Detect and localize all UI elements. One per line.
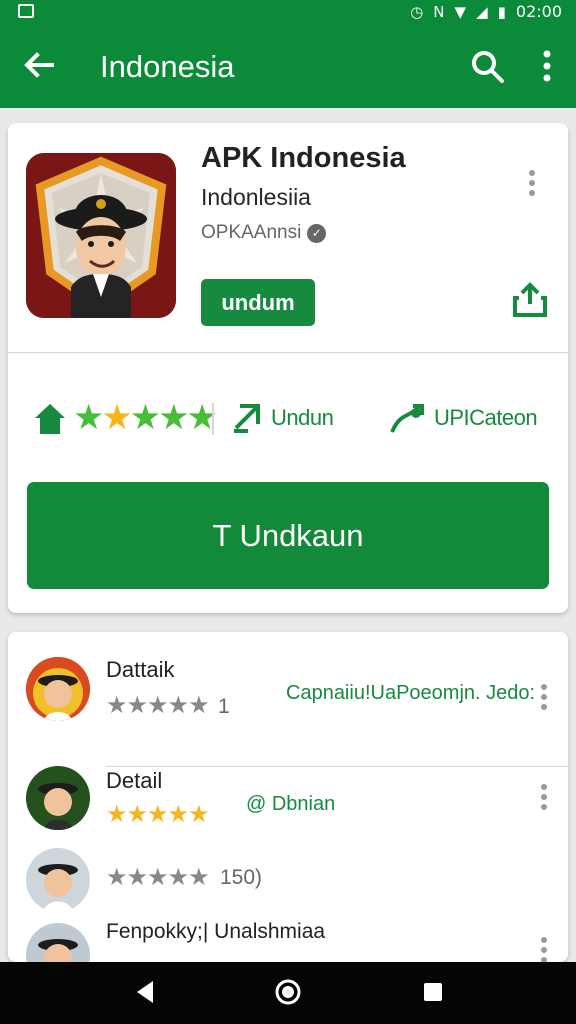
- home-icon: [35, 404, 65, 434]
- rating-stat: ★★★★★: [32, 388, 218, 448]
- list-item-link[interactable]: @ Dbnian: [246, 793, 335, 816]
- search-icon[interactable]: [469, 48, 505, 84]
- list-item[interactable]: ★★★★★ 150): [8, 846, 568, 916]
- home-icon[interactable]: [273, 977, 303, 1007]
- package-text: OPKAAnnsi: [201, 222, 302, 243]
- download-stat-icon: [234, 404, 260, 433]
- list-item[interactable]: Fenpokky;| Unalshmiaa: [8, 920, 568, 987]
- list-item-count: 150): [220, 866, 263, 889]
- verified-icon: ✓: [307, 223, 327, 243]
- app-more-icon[interactable]: [524, 168, 540, 198]
- list-item-link[interactable]: Capnaiiu!UaPoeomjn. Jedo:: [286, 682, 535, 705]
- developer-name[interactable]: Indonlesiia: [201, 184, 311, 211]
- list-item[interactable]: Dattaik ★★★★★ 1 Capnaiiu!UaPoeomjn. Jedo…: [8, 652, 568, 767]
- stats-separator: [212, 403, 214, 435]
- update-stat-label: UPICateon: [434, 405, 538, 430]
- back-arrow-icon[interactable]: [20, 46, 58, 84]
- install-button[interactable]: T Undkaun: [27, 482, 549, 589]
- back-icon[interactable]: [130, 977, 160, 1007]
- list-item-rating: ★★★★★: [106, 800, 210, 828]
- wifi-icon: ▼: [454, 2, 467, 21]
- list-item-title: Fenpokky;| Unalshmiaa: [106, 920, 326, 943]
- list-item-rating: ★★★★★: [106, 691, 210, 719]
- image-notification-icon: [18, 4, 34, 18]
- list-item-title: Dattaik: [106, 657, 175, 682]
- list-item-title: Detail: [106, 768, 163, 793]
- list-item-more-icon[interactable]: [536, 682, 552, 712]
- top-app-bar: Indonesia: [0, 24, 576, 108]
- list-item[interactable]: Detail ★★★★★ @ Dbnian: [8, 762, 568, 832]
- status-time: 02:00: [515, 2, 562, 21]
- avatar: [26, 848, 90, 912]
- list-item-rating: ★★★★★: [106, 863, 210, 891]
- list-item-more-icon[interactable]: [536, 935, 552, 965]
- share-icon[interactable]: [511, 281, 549, 319]
- update-stat[interactable]: UPICateon: [388, 388, 538, 448]
- avatar: [26, 766, 90, 830]
- download-stat-label: Undun: [271, 405, 334, 430]
- list-item-count: 1: [218, 695, 230, 718]
- recent-apps-icon[interactable]: [418, 977, 448, 1007]
- package-name: OPKAAnnsi ✓: [201, 222, 327, 244]
- status-indicators: ◷ N ▼ ◢ ▮ 02:00: [410, 2, 562, 21]
- overflow-menu-icon[interactable]: [537, 49, 557, 83]
- android-navigation-bar: [0, 962, 576, 1024]
- avatar: [26, 657, 90, 721]
- nfc-icon: N: [433, 2, 445, 21]
- app-summary-card: APK Indonesia Indonlesiia OPKAAnnsi ✓ un…: [8, 123, 568, 613]
- download-button[interactable]: undum: [201, 279, 315, 326]
- list-item-more-icon[interactable]: [536, 782, 552, 812]
- battery-icon: ▮: [497, 2, 506, 21]
- alarm-icon: ◷: [410, 2, 424, 21]
- update-icon: [390, 404, 424, 433]
- app-name: APK Indonesia: [201, 142, 406, 174]
- app-logo-icon: [26, 153, 176, 318]
- download-stat[interactable]: Undun: [230, 388, 334, 448]
- page-title: Indonesia: [100, 49, 235, 84]
- status-bar: ◷ N ▼ ◢ ▮ 02:00: [0, 0, 576, 24]
- rating-stars: ★★★★★: [73, 398, 218, 438]
- summary-divider: [8, 352, 568, 353]
- details-list-card: Dattaik ★★★★★ 1 Capnaiiu!UaPoeomjn. Jedo…: [8, 632, 568, 987]
- signal-icon: ◢: [476, 2, 488, 21]
